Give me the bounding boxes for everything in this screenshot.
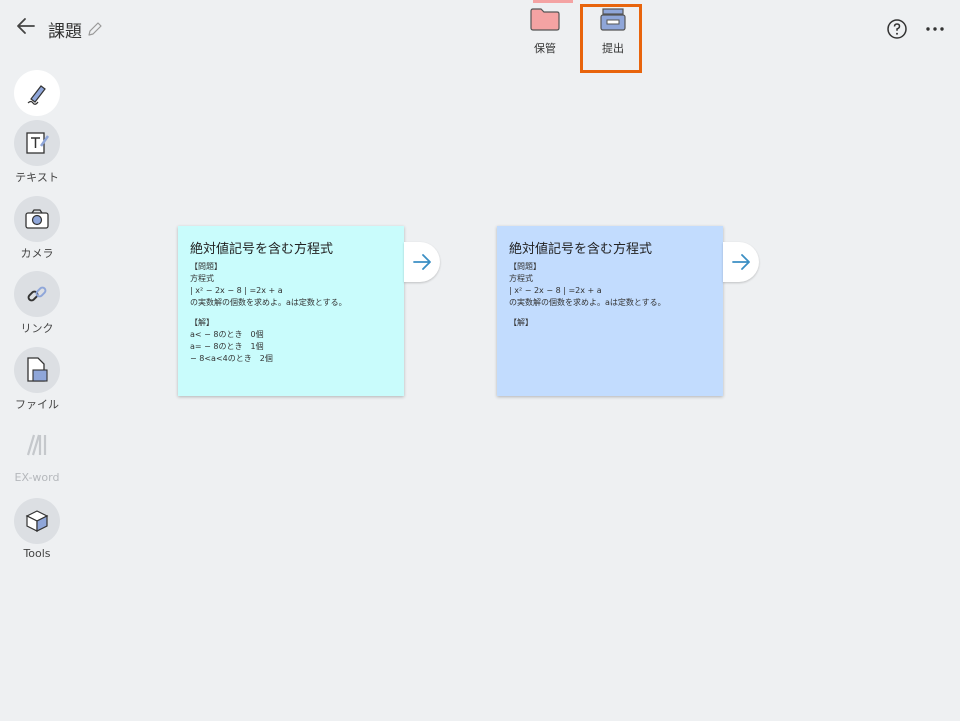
card-line: の実数解の個数を求めよ。aは定数とする。	[190, 298, 347, 307]
more-icon	[926, 27, 944, 31]
sidebar-item-label: カメラ	[20, 247, 54, 260]
back-button[interactable]	[14, 14, 38, 38]
card-line: | x² − 2x − 8 | =2x + a	[190, 286, 283, 295]
sidebar-item-tools[interactable]: Tools	[0, 498, 74, 560]
edit-title-button[interactable]	[86, 20, 104, 38]
card-line: − 8<a<4のとき 2個	[190, 354, 273, 363]
camera-icon	[14, 196, 60, 242]
folder-icon	[530, 8, 560, 31]
sidebar-item-text[interactable]: テキスト	[0, 120, 74, 185]
help-button[interactable]	[886, 18, 908, 40]
sidebar-item-ex-word[interactable]: EX-word	[0, 422, 74, 484]
back-arrow-icon	[17, 18, 35, 34]
sidebar-item-link[interactable]: リンク	[0, 271, 74, 336]
card-line: 【解】	[190, 318, 214, 327]
card-line: 【問題】	[509, 262, 541, 271]
card-next-button[interactable]	[723, 242, 759, 282]
page-title: 課題	[48, 22, 82, 42]
link-icon	[14, 271, 60, 317]
file-icon	[14, 347, 60, 393]
pen-icon	[14, 70, 60, 116]
text-icon	[14, 120, 60, 166]
card-line: | x² − 2x − 8 | =2x + a	[509, 286, 602, 295]
card-line: 方程式	[190, 274, 214, 283]
card-line: の実数解の個数を求めよ。aは定数とする。	[509, 298, 666, 307]
note-card[interactable]: 絶対値記号を含む方程式 【問題】 方程式 | x² − 2x − 8 | =2x…	[178, 226, 404, 396]
arrow-right-icon	[732, 254, 750, 270]
pencil-icon	[88, 22, 102, 36]
sidebar-item-label: EX-word	[14, 471, 60, 484]
submit-label: 提出	[602, 42, 624, 55]
sidebar-item-pen[interactable]	[0, 70, 74, 116]
sidebar-item-label: テキスト	[15, 171, 59, 184]
card-line: 方程式	[509, 274, 533, 283]
keep-indicator	[533, 0, 573, 3]
top-bar: 課題 保管 提出	[0, 0, 960, 80]
sidebar-item-label: ファイル	[15, 398, 59, 411]
card-line: 【解】	[509, 318, 533, 327]
card-line: 【問題】	[190, 262, 222, 271]
card-next-button[interactable]	[404, 242, 440, 282]
sidebar-item-label: Tools	[23, 547, 51, 560]
card-line: a< − 8のとき 0個	[190, 330, 264, 339]
keep-label: 保管	[534, 42, 556, 55]
sidebar-item-label: リンク	[20, 322, 54, 335]
dictionary-icon	[14, 422, 60, 468]
card-title: 絶対値記号を含む方程式	[190, 242, 334, 257]
card-title: 絶対値記号を含む方程式	[509, 242, 653, 257]
more-button[interactable]	[924, 18, 946, 40]
help-icon	[887, 19, 907, 39]
arrow-right-icon	[413, 254, 431, 270]
sidebar-item-camera[interactable]: カメラ	[0, 196, 74, 261]
card-line: a= − 8のとき 1個	[190, 342, 264, 351]
keep-button[interactable]: 保管	[515, 6, 575, 56]
submit-button[interactable]: 提出	[583, 6, 643, 56]
submit-tray-icon	[600, 8, 626, 31]
sidebar-item-file[interactable]: ファイル	[0, 347, 74, 412]
note-card[interactable]: 絶対値記号を含む方程式 【問題】 方程式 | x² − 2x − 8 | =2x…	[497, 226, 723, 396]
toolbox-icon	[14, 498, 60, 544]
